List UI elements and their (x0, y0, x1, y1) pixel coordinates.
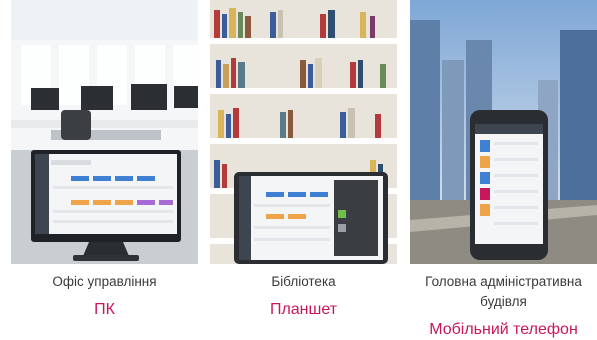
phone-icon (470, 110, 548, 260)
office-photo (11, 0, 198, 264)
card-office: Офіс управління ПК (11, 0, 198, 318)
library-photo (210, 0, 397, 264)
card-library: Бібліотека Планшет (210, 0, 397, 318)
card-device-label[interactable]: Мобільний телефон (410, 320, 597, 340)
card-device-label[interactable]: ПК (11, 300, 198, 320)
card-place-label: Бібліотека (271, 274, 336, 289)
card-city: Головна адміністративна будівля Мобільни… (410, 0, 597, 338)
card-place-label: Головна адміністративна будівля (425, 274, 582, 309)
card-device-label[interactable]: Планшет (210, 300, 397, 320)
card-place-label: Офіс управління (52, 274, 157, 289)
tablet-icon (234, 172, 388, 264)
city-photo (410, 0, 597, 264)
